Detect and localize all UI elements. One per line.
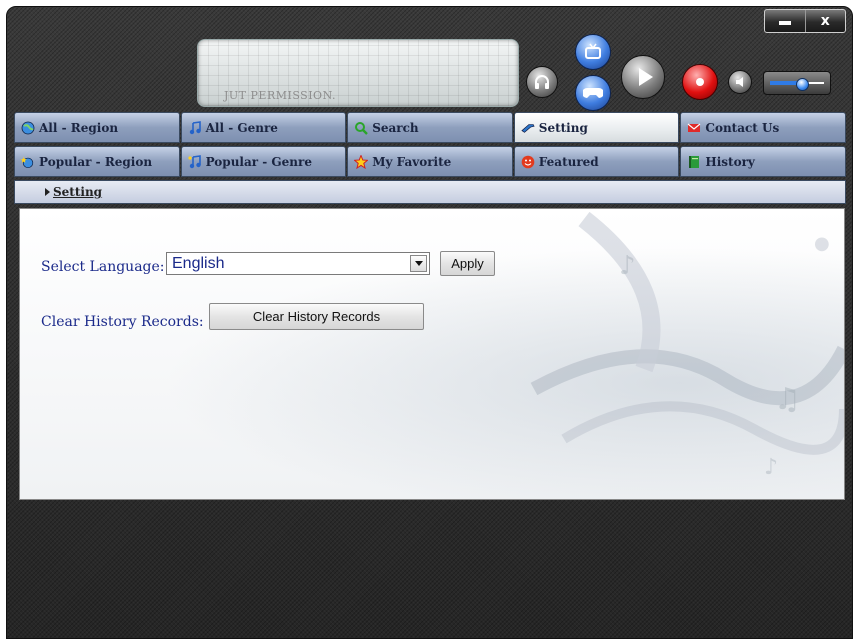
music-note-icon [188,120,202,135]
tab-label: All - Genre [205,120,278,135]
play-button[interactable] [621,55,665,99]
tab-label: Featured [538,154,599,169]
language-select-value: English [172,255,225,272]
tab-my-favorite[interactable]: My Favorite [347,146,513,177]
tab-history[interactable]: History [680,146,846,177]
tab-popular-region[interactable]: Popular - Region [14,146,180,177]
tab-label: Contact Us [705,120,780,135]
headphones-icon [535,75,549,89]
music-swirl-decoration: ♪ ♫ ♪ ● [530,211,844,480]
wrench-icon [521,121,535,135]
magnifier-icon [354,121,369,135]
clear-history-button[interactable]: Clear History Records [209,303,424,330]
minimize-button[interactable] [765,10,806,32]
svg-text:♫: ♫ [774,382,801,417]
tab-featured[interactable]: Featured [513,146,680,177]
tab-setting[interactable]: Setting [513,112,680,143]
book-icon [687,155,701,169]
music-note-star-icon [187,154,202,169]
speaker-icon [736,77,743,87]
tab-contact-us[interactable]: Contact Us [680,112,846,143]
tab-all-region[interactable]: All - Region [14,112,180,143]
breadcrumb-arrow-icon [45,188,50,196]
banner-text: JUT PERMISSION. [224,89,336,102]
svg-text:●: ● [814,233,830,254]
tab-grid: All - Region All - Genre Search Setting … [14,112,846,178]
record-icon [696,78,704,86]
tab-all-genre[interactable]: All - Genre [180,112,347,143]
volume-knob[interactable] [796,78,810,91]
tab-label: Popular - Region [39,154,153,169]
tab-label: My Favorite [372,154,452,169]
envelope-icon [687,121,701,135]
tab-popular-genre[interactable]: Popular - Genre [180,146,347,177]
volume-slider[interactable] [763,71,831,95]
breadcrumb: Setting [14,180,846,204]
settings-panel: ♪ ♫ ♪ ● Select Language: English Apply C… [19,208,845,500]
window-controls: x [764,9,846,33]
games-button[interactable] [575,75,611,111]
tab-label: Popular - Genre [205,154,312,169]
close-button[interactable]: x [806,10,846,32]
gamepad-icon [583,88,603,98]
svg-text:♪: ♪ [619,251,636,281]
mute-button[interactable] [728,70,752,94]
record-button[interactable] [682,64,718,100]
clear-history-label: Clear History Records: [41,314,204,330]
language-label: Select Language: [41,259,165,275]
tab-label: Setting [538,120,588,135]
apply-button[interactable]: Apply [440,251,495,276]
tab-search[interactable]: Search [347,112,513,143]
globe-icon [21,121,35,135]
minimize-icon [778,21,791,25]
breadcrumb-setting-link[interactable]: Setting [53,185,102,199]
globe-star-icon [21,155,35,169]
star-icon [354,154,369,169]
dropdown-arrow-icon[interactable] [410,255,427,272]
tab-label: History [705,154,755,169]
tv-button[interactable] [575,34,611,70]
play-icon [638,68,653,86]
language-select[interactable]: English [166,252,430,275]
smiley-icon [521,155,535,169]
app-window: x JUT PERMISSION. All - Region All - Gen… [6,6,853,639]
tab-label: Search [372,120,419,135]
banner-display: JUT PERMISSION. [197,39,519,107]
svg-text:♪: ♪ [764,455,778,480]
tv-icon [585,43,601,59]
tab-label: All - Region [39,120,119,135]
headphones-button[interactable] [526,66,558,98]
